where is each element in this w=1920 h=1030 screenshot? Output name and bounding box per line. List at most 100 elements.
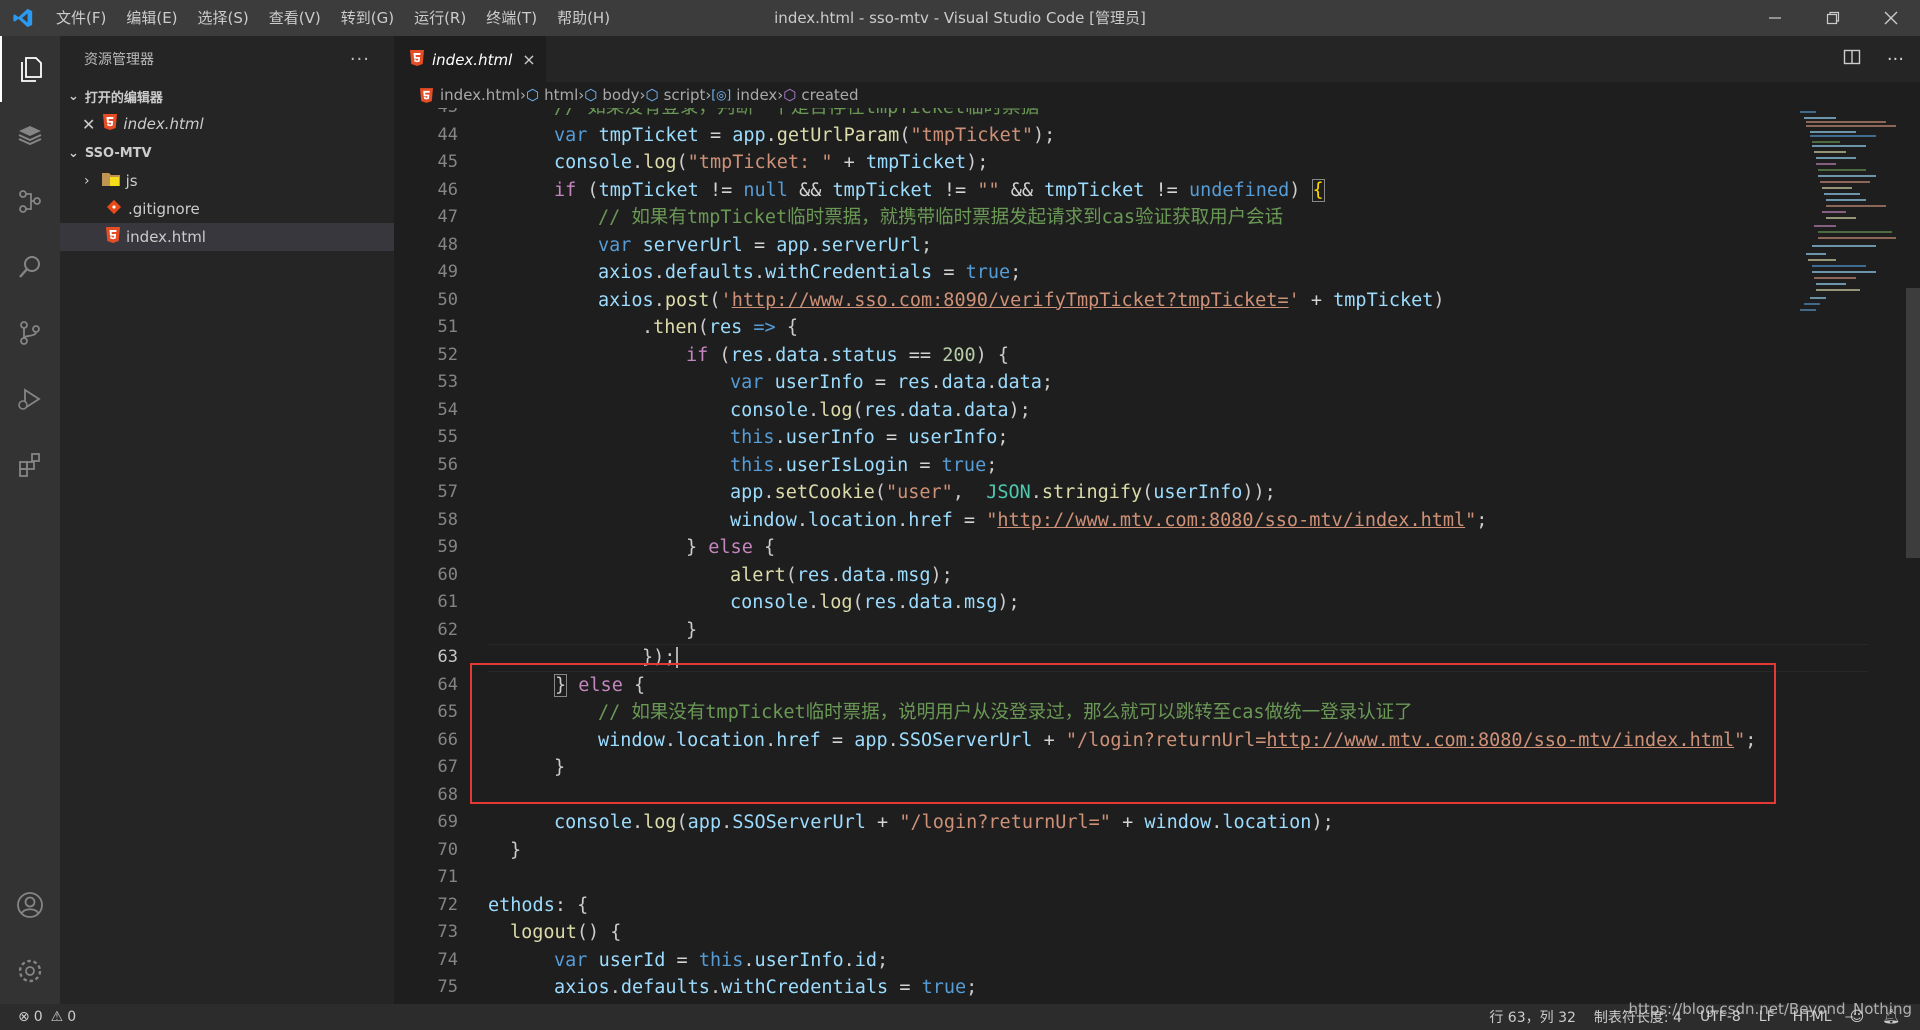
breadcrumb-label: body xyxy=(602,86,640,104)
menu-edit[interactable]: 编辑(E) xyxy=(116,0,187,36)
current-line-number: 63 xyxy=(437,647,458,667)
folder-js-icon xyxy=(101,171,120,191)
line-number: 49 xyxy=(437,262,458,282)
settings-gear-icon[interactable] xyxy=(0,938,60,1004)
code-line: } xyxy=(686,619,698,641)
breadcrumb-item[interactable]: ⬡ script xyxy=(645,86,705,104)
breadcrumb-item[interactable]: [◎] index xyxy=(711,86,777,104)
code-line: logout() { xyxy=(510,922,622,943)
line-number: 55 xyxy=(437,427,458,447)
menu-view[interactable]: 查看(V) xyxy=(259,0,331,36)
code-line: // 如果没有登录，判断一下是否存在tmpTicket临时票据 xyxy=(554,108,1039,122)
tab-index-html[interactable]: index.html × xyxy=(394,36,546,82)
line-number: 65 xyxy=(437,702,458,722)
code-line: var userId = this.userInfo.id; xyxy=(554,949,889,971)
restore-button[interactable] xyxy=(1804,0,1862,36)
highlight-annotation-box xyxy=(470,663,1776,804)
html5-icon xyxy=(106,227,120,247)
code-line: console.log(res.data.msg); xyxy=(730,592,1020,613)
folder-label: js xyxy=(125,172,138,190)
open-editors-section[interactable]: ⌄ 打开的编辑器 xyxy=(60,82,394,110)
run-debug-icon[interactable] xyxy=(0,366,60,432)
code-line: console.log(app.SSOServerUrl + "/login?r… xyxy=(554,812,1334,833)
problems-indicator[interactable]: ⊗ 0 ⚠ 0 xyxy=(0,1009,76,1025)
line-number: 60 xyxy=(437,564,458,585)
chevron-right-icon: › xyxy=(84,173,90,189)
breadcrumb-item[interactable]: ⬡ created xyxy=(783,86,858,104)
line-number: 57 xyxy=(437,482,458,502)
element-icon: ⬡ xyxy=(525,86,540,104)
method-icon: ⬡ xyxy=(783,86,797,104)
tab-close-button[interactable]: × xyxy=(522,50,535,69)
file-item-gitignore[interactable]: .gitignore xyxy=(60,195,394,223)
menu-help[interactable]: 帮助(H) xyxy=(547,0,620,36)
code-line: var serverUrl = app.serverUrl; xyxy=(598,234,933,256)
line-number: 45 xyxy=(437,152,458,172)
code-line: this.userIsLogin = true; xyxy=(730,454,998,476)
line-number: 66 xyxy=(437,729,458,750)
chevron-down-icon: ⌄ xyxy=(68,88,79,104)
file-item-index-html[interactable]: index.html xyxy=(60,223,394,251)
warning-icon: ⚠ xyxy=(50,1009,64,1025)
line-number: 71 xyxy=(437,867,458,887)
line-number: 51 xyxy=(437,317,458,337)
explorer-icon[interactable] xyxy=(0,36,60,102)
line-number: 74 xyxy=(437,949,458,970)
breadcrumb-item[interactable]: index.html xyxy=(420,86,520,104)
more-actions-button[interactable]: ··· xyxy=(350,49,370,70)
open-editors-label: 打开的编辑器 xyxy=(84,90,163,106)
menu-file[interactable]: 文件(F) xyxy=(46,0,116,36)
breadcrumb-item[interactable]: ⬡ html xyxy=(526,86,578,104)
close-icon[interactable]: ✕ xyxy=(82,115,95,134)
code-editor[interactable]: 43 44 45 46 47 48 49 50 51 52 53 54 55 5… xyxy=(394,108,1920,1004)
line-number: 72 xyxy=(437,894,458,915)
account-icon[interactable] xyxy=(0,872,60,938)
search-icon[interactable] xyxy=(0,234,60,300)
menu-terminal[interactable]: 终端(T) xyxy=(476,0,547,36)
element-icon: ⬡ xyxy=(584,86,598,104)
error-count: 0 xyxy=(33,1009,43,1025)
split-editor-icon[interactable] xyxy=(1843,48,1861,70)
element-icon: ⬡ xyxy=(645,86,659,104)
tree-icon[interactable] xyxy=(0,168,60,234)
extensions-icon[interactable] xyxy=(0,432,60,498)
project-section[interactable]: ⌄ SSO-MTV xyxy=(60,139,394,167)
folder-item-js[interactable]: › js xyxy=(60,167,394,195)
menu-selection[interactable]: 选择(S) xyxy=(188,0,259,36)
source-control-icon[interactable] xyxy=(0,300,60,366)
activity-bar xyxy=(0,36,60,1004)
minimap[interactable] xyxy=(1796,108,1906,368)
editor-tabs: index.html × ··· xyxy=(394,36,1920,82)
tab-label: index.html xyxy=(432,50,513,69)
close-window-button[interactable] xyxy=(1862,0,1920,36)
html5-icon xyxy=(410,49,424,70)
code-line: alert(res.data.msg); xyxy=(730,564,953,586)
open-editor-item[interactable]: ✕ index.html xyxy=(60,110,394,138)
cursor-position[interactable]: 行 63，列 32 xyxy=(1489,1007,1576,1027)
database-icon[interactable] xyxy=(0,102,60,168)
explorer-sidebar: 资源管理器 ··· ⌄ 打开的编辑器 ✕ index.html ⌄ SSO-MT… xyxy=(60,36,394,1004)
code-line: if (res.data.status == 200) { xyxy=(686,344,1010,366)
code-line: var tmpTicket = app.getUrlParam("tmpTick… xyxy=(554,124,1056,146)
code-line: axios.defaults.withCredentials = true; xyxy=(598,262,1022,283)
breadcrumb-item[interactable]: ⬡ body xyxy=(584,86,639,104)
editor-scrollbar[interactable] xyxy=(1906,288,1920,558)
variable-icon: [◎] xyxy=(711,88,732,102)
menu-bar: 文件(F) 编辑(E) 选择(S) 查看(V) 转到(G) 运行(R) 终端(T… xyxy=(46,0,620,36)
open-editor-filename: index.html xyxy=(123,115,204,133)
code-line: var userInfo = res.data.data; xyxy=(730,372,1054,393)
line-number: 48 xyxy=(437,234,458,255)
more-actions-icon[interactable]: ··· xyxy=(1887,49,1904,70)
html5-icon xyxy=(103,114,118,134)
line-number: 67 xyxy=(437,757,458,777)
title-bar: 文件(F) 编辑(E) 选择(S) 查看(V) 转到(G) 运行(R) 终端(T… xyxy=(0,0,1920,36)
menu-run[interactable]: 运行(R) xyxy=(404,0,476,36)
line-number: 62 xyxy=(437,619,458,640)
menu-go[interactable]: 转到(G) xyxy=(331,0,404,36)
minimize-button[interactable] xyxy=(1746,0,1804,36)
code-line: if (tmpTicket != null && tmpTicket != ""… xyxy=(554,178,1325,202)
warning-count: 0 xyxy=(67,1009,77,1025)
breadcrumb-label: index xyxy=(736,86,778,104)
code-line: axios.post('http://www.sso.com:8090/veri… xyxy=(598,289,1445,311)
line-number: 47 xyxy=(437,207,458,227)
